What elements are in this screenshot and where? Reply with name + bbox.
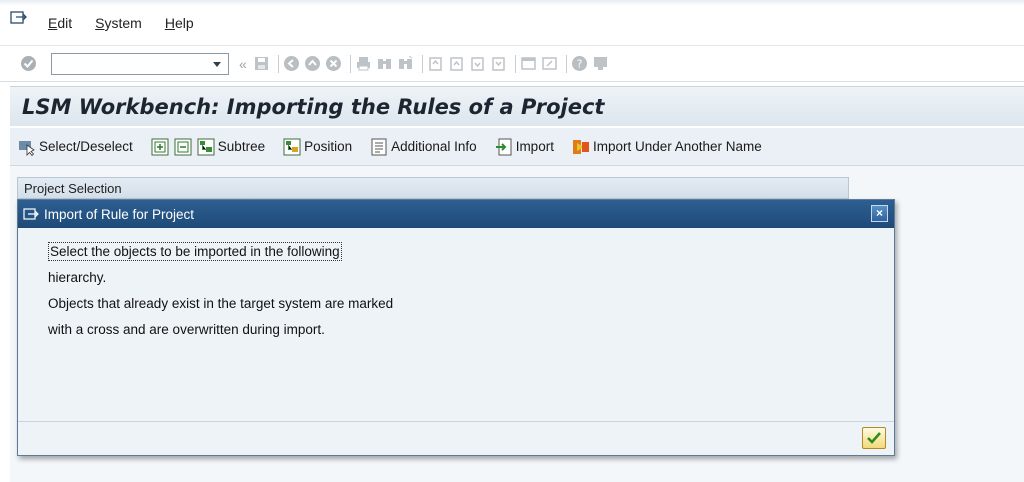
previous-page-icon[interactable] [448, 55, 465, 72]
dialog-body: Select the objects to be imported in the… [18, 228, 894, 423]
last-page-icon[interactable] [490, 55, 507, 72]
import-button[interactable]: Import [495, 138, 554, 156]
additional-info-button[interactable]: Additional Info [370, 138, 477, 156]
subtree-button[interactable]: Subtree [197, 138, 265, 156]
menu-help[interactable]: Help [165, 15, 194, 31]
application-toolbar: Select/Deselect Subtree Position Additio… [10, 128, 1024, 166]
info-list-icon [371, 138, 387, 155]
first-page-icon[interactable] [427, 55, 444, 72]
menu-toggle-icon[interactable] [10, 10, 28, 25]
toolbar-separator [565, 54, 567, 73]
dialog-title: Import of Rule for Project [44, 206, 195, 222]
menu-bar: Edit System Help [0, 0, 1024, 45]
menu-system[interactable]: System [95, 15, 142, 31]
import-icon [495, 138, 512, 155]
subtree-icon [197, 138, 215, 155]
toolbar-separator [514, 54, 516, 73]
toolbar-separator [421, 54, 423, 73]
back-icon[interactable] [283, 55, 300, 72]
svg-text:?: ? [576, 58, 582, 71]
cancel-icon[interactable] [325, 55, 342, 72]
position-button[interactable]: Position [283, 138, 352, 156]
exit-icon[interactable] [304, 55, 321, 72]
double-chevron-left-icon: « [239, 55, 247, 72]
title-bar: LSM Workbench: Importing the Rules of a … [10, 86, 1024, 126]
checkmark-icon [867, 432, 881, 444]
dialog-title-bar: Import of Rule for Project [18, 200, 894, 228]
dialog-text-line-4: with a cross and are overwritten during … [48, 322, 325, 337]
import-rename-icon [572, 139, 589, 154]
import-rule-dialog: Import of Rule for Project × Select the … [17, 199, 895, 456]
find-next-icon[interactable] [397, 55, 414, 72]
customize-layout-icon[interactable] [592, 55, 609, 72]
project-selection-header: Project Selection [17, 177, 849, 199]
help-icon[interactable]: ? [571, 55, 588, 72]
print-icon[interactable] [355, 55, 372, 72]
position-icon [283, 138, 301, 155]
expand-icon[interactable] [151, 138, 169, 156]
dialog-text-line-3: Objects that already exist in the target… [48, 296, 394, 311]
page-title: LSM Workbench: Importing the Rules of a … [22, 94, 605, 119]
dialog-text-line-1: Select the objects to be imported in the… [48, 242, 342, 261]
confirm-button[interactable] [862, 427, 886, 449]
dialog-text-line-2: hierarchy. [48, 270, 107, 285]
select-deselect-label: Select/Deselect [39, 139, 133, 154]
command-field[interactable] [51, 52, 229, 75]
dialog-window-icon [23, 207, 39, 220]
import-label: Import [515, 139, 554, 154]
dialog-text-line: Select the objects to be imported in the… [48, 242, 894, 268]
subtree-label: Subtree [217, 139, 266, 154]
collapse-icon[interactable] [174, 138, 192, 156]
enter-icon[interactable] [20, 55, 37, 72]
dialog-footer [18, 421, 894, 455]
select-deselect-button[interactable]: Select/Deselect [18, 138, 133, 156]
chevron-down-icon[interactable] [213, 61, 221, 67]
find-icon[interactable] [376, 55, 393, 72]
toolbar-separator [349, 54, 351, 73]
toolbar-separator [277, 54, 279, 73]
import-under-another-name-button[interactable]: Import Under Another Name [572, 138, 762, 156]
save-icon[interactable] [253, 55, 270, 72]
new-session-icon[interactable] [520, 55, 537, 72]
next-page-icon[interactable] [469, 55, 486, 72]
close-icon[interactable]: × [871, 205, 888, 222]
standard-toolbar: « ? [0, 45, 1024, 82]
import-under-another-name-label: Import Under Another Name [592, 139, 762, 154]
position-label: Position [304, 139, 353, 154]
shortcut-icon[interactable] [541, 55, 558, 72]
additional-info-label: Additional Info [391, 139, 477, 154]
menu-edit[interactable]: Edit [48, 15, 72, 31]
select-cursor-icon [19, 140, 35, 156]
